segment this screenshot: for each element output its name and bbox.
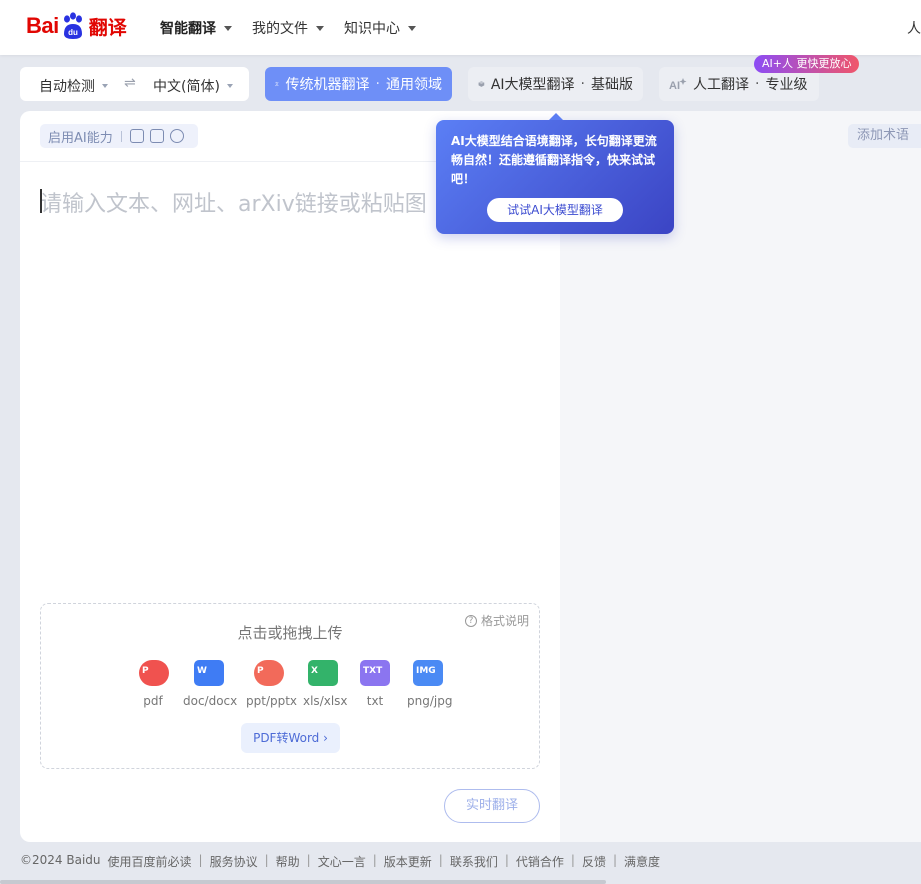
tooltip-text: AI大模型结合语境翻译，长句翻译更流畅自然！还能遵循翻译指令，快来试试吧！ [451, 134, 657, 186]
source-language-select[interactable]: 自动检测 [39, 76, 108, 96]
footer-link[interactable]: 服务协议 [210, 853, 258, 870]
copyright-text: ©2024 Baidu [20, 853, 101, 867]
file-type-label: pdf [143, 694, 163, 708]
horizontal-scrollbar[interactable] [0, 880, 606, 884]
mode-label: 人工翻译 [693, 77, 749, 93]
enable-ai-ability-toggle[interactable]: 启用AI能力 [40, 124, 198, 148]
ai-document-icon[interactable] [149, 129, 164, 143]
mode-label: AI大模型翻译 [490, 77, 575, 93]
footer-link[interactable]: 使用百度前必读 [108, 853, 192, 870]
footer-separator: | [504, 853, 509, 867]
footer-separator: | [438, 853, 443, 867]
page-footer: ©2024 Baidu 使用百度前必读 | 服务协议 | 帮助 | 文心一言 |… [20, 853, 660, 870]
nav-my-files[interactable]: 我的文件 [252, 18, 324, 38]
question-icon: ? [464, 614, 477, 627]
chevron-down-icon [316, 25, 324, 31]
mode-sub-label: 基础版 [591, 77, 633, 93]
footer-link[interactable]: 帮助 [276, 853, 300, 870]
mode-label: 传统机器翻译 [285, 77, 370, 93]
chevron-down-icon [102, 84, 108, 88]
chevron-down-icon [224, 25, 232, 31]
file-type-txt[interactable]: TXT txt [360, 660, 390, 708]
txt-file-icon: TXT [360, 660, 390, 686]
mode-sub-label: 专业级 [765, 77, 808, 93]
nav-smart-translate[interactable]: 智能翻译 [160, 18, 232, 38]
footer-link[interactable]: 版本更新 [384, 853, 432, 870]
chevron-down-icon [226, 84, 233, 88]
ppt-file-icon: P [254, 660, 284, 686]
ai-ability-label: 启用AI能力 [48, 130, 113, 146]
nav-label: 智能翻译 [160, 21, 216, 37]
mode-sub-label: 通用领域 [386, 77, 442, 93]
ai-cube-icon[interactable] [169, 129, 184, 143]
try-llm-translation-button[interactable]: 试试AI大模型翻译 [487, 198, 623, 222]
format-help-label: 格式说明 [480, 614, 529, 628]
text-cursor [40, 189, 42, 213]
source-text-input[interactable]: 请输入文本、网址、arXiv链接或粘贴图 [40, 186, 440, 218]
source-language-label: 自动检测 [39, 79, 95, 95]
svg-text:AI: AI [669, 80, 680, 91]
file-type-doc[interactable]: W doc/docx [183, 660, 238, 708]
file-type-label: ppt/pptx [246, 694, 298, 708]
swap-languages-icon[interactable]: ⇌ [124, 75, 136, 91]
format-help-link[interactable]: ? 格式说明 [464, 612, 529, 629]
svg-text:文: 文 [275, 82, 279, 87]
footer-separator: | [570, 853, 575, 867]
logo-bai-text: Bai [26, 13, 59, 38]
footer-link[interactable]: 联系我们 [450, 853, 498, 870]
add-terminology-button[interactable]: 添加术语 [848, 124, 921, 148]
file-type-image[interactable]: IMG png/jpg [407, 660, 453, 708]
footer-separator: | [612, 853, 617, 867]
translate-icon: 文 [275, 82, 279, 87]
machine-translation-mode-button[interactable]: 文 传统机器翻译 · 通用领域 [265, 67, 452, 101]
main-nav: 智能翻译 我的文件 知识中心 [160, 18, 416, 38]
file-upload-dropzone[interactable]: 点击或拖拽上传 ? 格式说明 P pdf W doc/docx P ppt/pp… [40, 603, 540, 769]
footer-separator: | [306, 853, 311, 867]
file-type-ppt[interactable]: P ppt/pptx [246, 660, 298, 708]
target-language-select[interactable]: 中文(简体) [153, 76, 233, 96]
logo-du-text: du [68, 28, 78, 37]
pdf-file-icon: P [139, 660, 169, 686]
mode-separator: · [755, 76, 760, 92]
file-type-label: doc/docx [183, 694, 238, 708]
divider [120, 130, 122, 142]
ai-sparkle-icon: AI [669, 78, 687, 91]
logo-fanyi-text: 翻译 [88, 16, 127, 39]
ai-plus-human-badge: AI+人 更快更放心 [754, 55, 860, 73]
file-type-xls[interactable]: X xls/xlsx [303, 660, 348, 708]
footer-separator: | [372, 853, 377, 867]
pdf-to-word-button[interactable]: PDF转Word › [241, 723, 340, 753]
footer-separator: | [264, 853, 269, 867]
footer-link[interactable]: 文心一言 [318, 853, 366, 870]
mode-separator: · [375, 76, 380, 92]
file-type-label: xls/xlsx [303, 694, 348, 708]
footer-link[interactable]: 代销合作 [516, 853, 564, 870]
paw-logo-icon: du [63, 12, 82, 39]
footer-link[interactable]: 满意度 [624, 853, 660, 870]
realtime-translate-button[interactable]: 实时翻译 [444, 789, 540, 823]
ai-polish-icon[interactable] [129, 129, 144, 143]
image-file-icon: IMG [413, 660, 443, 686]
word-file-icon: W [194, 660, 224, 686]
target-language-label: 中文(简体) [153, 79, 220, 95]
chevron-down-icon [408, 25, 416, 31]
file-type-label: txt [366, 694, 384, 708]
file-type-pdf[interactable]: P pdf [139, 660, 169, 708]
baidu-fanyi-logo[interactable]: Bai du 翻译 [26, 8, 127, 44]
language-selector: 自动检测 ⇌ 中文(简体) [20, 67, 249, 101]
top-header: Bai du 翻译 智能翻译 我的文件 知识中心 人 [0, 0, 921, 55]
excel-file-icon: X [308, 660, 338, 686]
footer-separator: | [198, 853, 203, 867]
header-edge-text[interactable]: 人 [907, 18, 921, 38]
nav-label: 知识中心 [344, 21, 400, 37]
mode-separator: · [580, 76, 585, 92]
nav-knowledge-center[interactable]: 知识中心 [344, 18, 416, 38]
file-type-label: png/jpg [407, 694, 453, 708]
footer-link[interactable]: 反馈 [582, 853, 606, 870]
nav-label: 我的文件 [252, 21, 308, 37]
llm-promo-tooltip: AI大模型结合语境翻译，长句翻译更流畅自然！还能遵循翻译指令，快来试试吧！ 试试… [436, 113, 674, 234]
llm-translation-mode-button[interactable]: AI大模型翻译 · 基础版 [468, 67, 643, 101]
cube-icon [478, 81, 485, 87]
